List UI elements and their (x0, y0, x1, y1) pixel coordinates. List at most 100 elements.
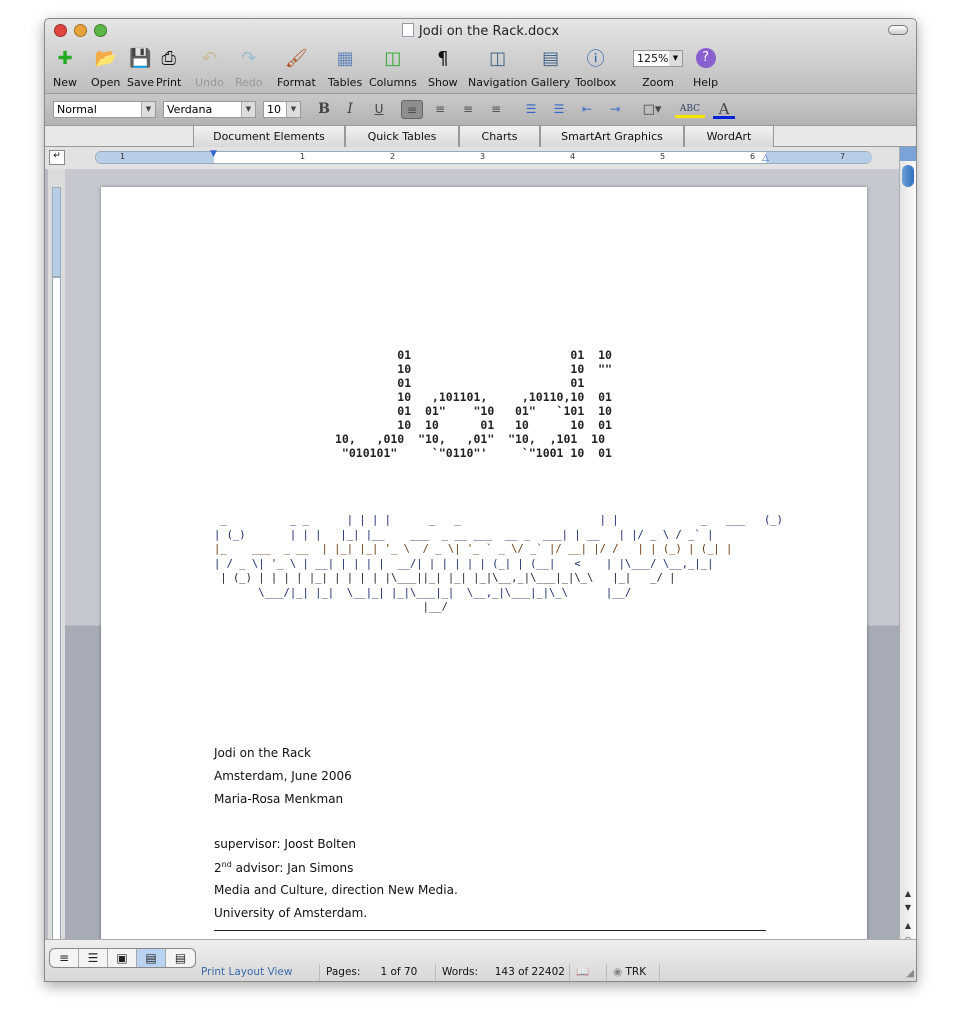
gallery-button[interactable]: ▤ Gallery (531, 46, 570, 90)
justify-button[interactable]: ≡ (485, 100, 507, 119)
navigation-button[interactable]: ◫ Navigation (468, 46, 527, 90)
split-handle[interactable] (900, 147, 916, 161)
right-indent-marker[interactable]: △ (762, 153, 769, 163)
table-icon: ▦ (336, 47, 354, 69)
word-count[interactable]: Words: 143 of 22402 (435, 964, 569, 981)
chevron-down-icon: ▼ (141, 102, 155, 117)
open-button[interactable]: 📂 Open (91, 46, 120, 90)
format-button[interactable]: 🖌 Format (277, 46, 316, 90)
notebook-view-button[interactable]: ▤ (166, 949, 195, 967)
increase-indent-button[interactable]: ⇥ (604, 100, 626, 119)
publishing-view-button[interactable]: ▣ (108, 949, 137, 967)
doc-supervisor-line: supervisor: Joost Bolten (214, 837, 356, 851)
doc-author-line: Maria-Rosa Menkman (214, 792, 344, 806)
redo-button[interactable]: ↷ Redo (235, 46, 263, 90)
undo-icon: ↶ (201, 47, 217, 69)
highlight-button[interactable]: ABC (675, 100, 705, 119)
pilcrow-icon: ¶ (437, 47, 449, 69)
printer-icon: ⎙ (161, 47, 176, 69)
tables-button[interactable]: ▦ Tables (328, 46, 362, 90)
tab-quick-tables[interactable]: Quick Tables (345, 126, 459, 147)
gallery-icon: ▤ (542, 47, 560, 69)
show-button[interactable]: ¶ Show (428, 46, 458, 90)
tab-charts[interactable]: Charts (459, 126, 540, 147)
outline-view-button[interactable]: ☰ (79, 949, 108, 967)
page-count[interactable]: Pages: 1 of 70 (319, 964, 435, 981)
toolbox-icon: ⓘ (586, 49, 605, 70)
doc-advisor-line: 2nd advisor: Jan Simons (214, 860, 354, 875)
chevron-down-icon: ▼ (286, 102, 300, 117)
indent-marker[interactable]: ▼ (210, 149, 217, 159)
horizontal-ruler[interactable]: ↵ 1 1 2 3 4 5 6 7 ▼ △ (45, 147, 916, 169)
paintbrush-icon: 🖌 (284, 47, 308, 69)
toggle-indicator-icon: ◉ (613, 966, 623, 978)
vertical-scrollbar[interactable]: ▲ ▼ ▲ ○ ▼ (899, 147, 916, 959)
align-right-button[interactable]: ≡ (457, 100, 479, 119)
underline-button[interactable]: U (368, 100, 390, 119)
tab-stop-selector[interactable]: ↵ (49, 150, 65, 165)
tab-smartart-graphics[interactable]: SmartArt Graphics (540, 126, 684, 147)
print-button[interactable]: ⎙ Print (156, 46, 181, 90)
document-icon (401, 23, 414, 37)
save-button[interactable]: 💾 Save (127, 46, 154, 90)
tab-document-elements[interactable]: Document Elements (193, 126, 345, 147)
new-button[interactable]: ✚ New (53, 46, 77, 90)
italic-button[interactable]: I (339, 100, 361, 119)
columns-button[interactable]: ◫ Columns (369, 46, 417, 90)
chevron-down-icon: ▼ (669, 50, 682, 66)
vertical-ruler[interactable] (48, 169, 65, 959)
open-folder-icon: 📂 (94, 47, 117, 69)
navigation-pane-icon: ◫ (489, 47, 507, 69)
view-switcher: ≡ ☰ ▣ ▤ ▤ (49, 948, 196, 968)
borders-button[interactable]: □▾ (641, 100, 663, 119)
tab-wordart[interactable]: WordArt (684, 126, 774, 147)
doc-university-line: University of Amsterdam. (214, 906, 368, 920)
resize-grip-icon[interactable]: ◢ (906, 968, 914, 979)
bulleted-list-button[interactable]: ☰ (548, 100, 570, 119)
ribbon-tabs: Document Elements Quick Tables Charts Sm… (45, 125, 916, 147)
track-changes-toggle[interactable]: ◉ TRK (606, 964, 660, 981)
scroll-down-arrow[interactable]: ▼ (900, 903, 916, 912)
chevron-down-icon: ▼ (241, 102, 255, 117)
ascii-title: _ _ _ | | | | _ _ | | _ ___ (_) | (_) | … (214, 514, 783, 613)
draft-view-button[interactable]: ≡ (50, 949, 79, 967)
title-bar: Jodi on the Rack.docx ✚ New 📂 Open 💾 Save ⎙… (45, 19, 916, 93)
floppy-disk-icon: 💾 (129, 47, 152, 69)
columns-icon: ◫ (384, 47, 402, 69)
new-document-icon: ✚ (57, 47, 73, 69)
formatting-toolbar: Normal ▼ Verdana ▼ 10 ▼ B I U ≡ ≡ ≡ ≡ ☰ ☰ ⇤… (45, 93, 916, 125)
zoom-control[interactable]: 125% ▼ Zoom (633, 46, 683, 89)
horizontal-rule (214, 930, 766, 931)
undo-button[interactable]: ↶ Undo (195, 46, 224, 90)
doc-title-line: Jodi on the Rack (214, 746, 311, 760)
bold-button[interactable]: B (313, 100, 335, 119)
spelling-status-icon[interactable]: 📖 (569, 964, 606, 981)
align-center-button[interactable]: ≡ (429, 100, 451, 119)
scroll-thumb[interactable] (902, 165, 914, 187)
window-title: Jodi on the Rack.docx (418, 24, 560, 39)
previous-page-button[interactable]: ▲ (900, 921, 916, 930)
redo-icon: ↷ (241, 47, 257, 69)
word-window: Jodi on the Rack.docx ✚ New 📂 Open 💾 Save ⎙… (44, 18, 917, 982)
font-select[interactable]: Verdana ▼ (163, 101, 256, 118)
align-left-button[interactable]: ≡ (401, 100, 423, 119)
document-page[interactable]: 01 01 10 10 10 "" 01 01 10 ,101101, ,101… (101, 187, 867, 967)
toolbar-toggle-button[interactable] (888, 25, 908, 35)
scroll-up-arrow[interactable]: ▲ (900, 889, 916, 898)
zoom-select[interactable]: 125% ▼ (633, 49, 683, 67)
doc-department-line: Media and Culture, direction New Media. (214, 883, 458, 897)
standard-toolbar: ✚ New 📂 Open 💾 Save ⎙ Print ↶ Undo ↷ Redo 🖌 For… (45, 46, 916, 92)
doc-place-date-line: Amsterdam, June 2006 (214, 769, 352, 783)
status-bar: ≡ ☰ ▣ ▤ ▤ Print Layout View Pages: 1 of … (45, 939, 916, 981)
help-icon: ? (693, 46, 718, 70)
toolbox-button[interactable]: ⓘ Toolbox (575, 46, 616, 89)
print-layout-view-button[interactable]: ▤ (137, 949, 166, 967)
font-size-select[interactable]: 10 ▼ (263, 101, 301, 118)
ascii-logo: 01 01 10 10 10 "" 01 01 10 ,101101, ,101… (335, 348, 612, 460)
style-select[interactable]: Normal ▼ (53, 101, 156, 118)
decrease-indent-button[interactable]: ⇤ (576, 100, 598, 119)
font-color-button[interactable]: A (713, 100, 735, 119)
numbered-list-button[interactable]: ☰ (520, 100, 542, 119)
document-area: 01 01 10 10 10 "" 01 01 10 ,101101, ,101… (65, 169, 900, 967)
help-button[interactable]: ? Help (693, 46, 718, 89)
